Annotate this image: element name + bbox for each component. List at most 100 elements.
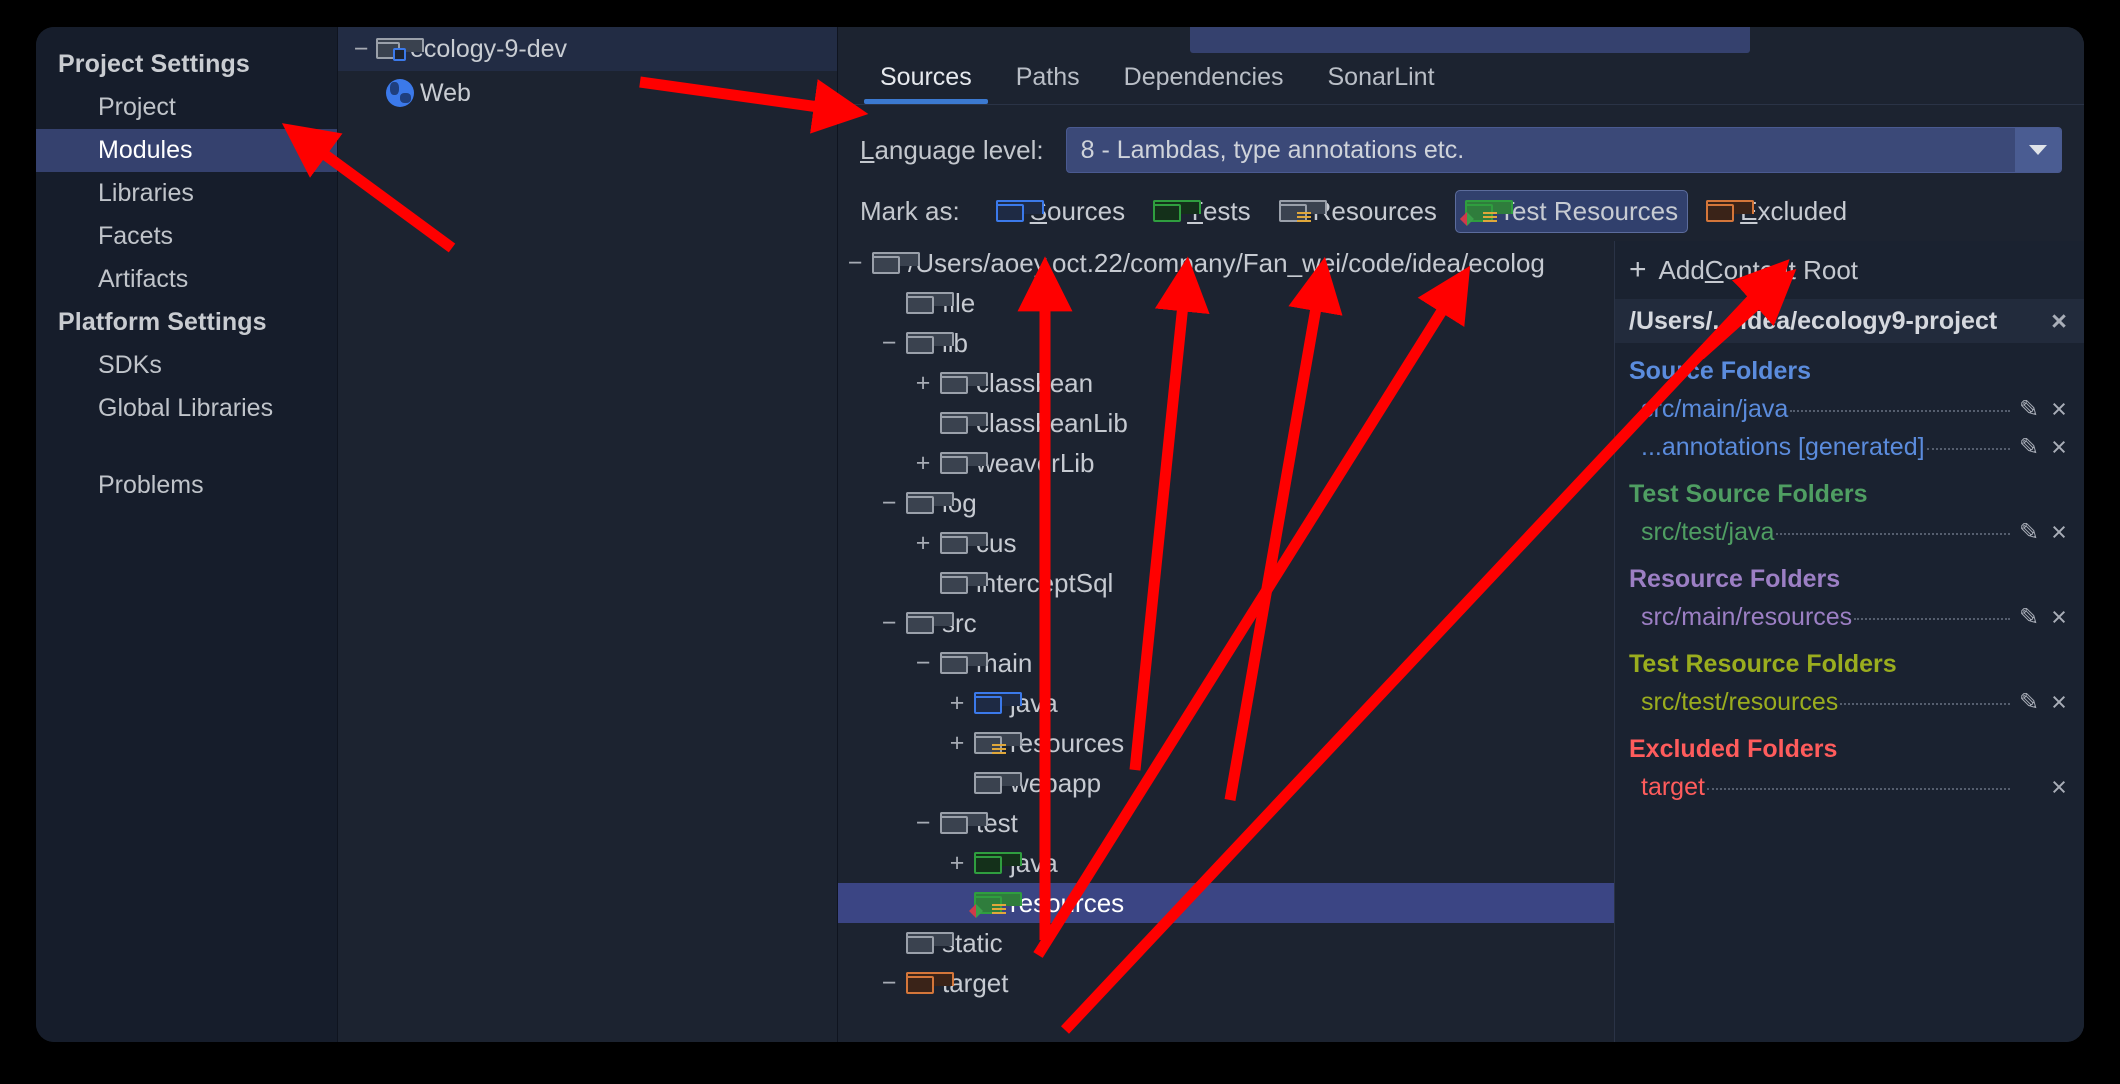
folder-green-icon bbox=[1153, 200, 1202, 222]
folder-entry[interactable]: src/main/resources ✎ × bbox=[1629, 598, 2074, 636]
tree-row[interactable]: interceptSql bbox=[838, 563, 1614, 603]
expand-toggle-icon[interactable]: + bbox=[940, 849, 974, 878]
tree-row[interactable]: − src bbox=[838, 603, 1614, 643]
tree-row[interactable]: + classbean bbox=[838, 363, 1614, 403]
collapse-toggle-icon[interactable]: − bbox=[346, 35, 376, 64]
section-title: Test Source Folders bbox=[1629, 480, 1868, 508]
folder-dark-icon bbox=[906, 932, 954, 954]
folder-entry[interactable]: src/main/java ✎ × bbox=[1629, 390, 2074, 428]
edit-pencil-icon[interactable]: ✎ bbox=[2014, 688, 2044, 717]
language-level-combobox[interactable]: 8 - Lambdas, type annotations etc. bbox=[1065, 127, 2062, 173]
remove-folder-icon[interactable]: × bbox=[2044, 602, 2074, 633]
remove-content-root-icon[interactable]: × bbox=[2044, 306, 2074, 337]
sidebar-item-libraries[interactable]: Libraries bbox=[36, 172, 337, 215]
tree-row-label: classbeanLib bbox=[976, 407, 1128, 438]
expand-toggle-icon[interactable]: + bbox=[906, 449, 940, 478]
add-content-root-button[interactable]: + Add Content Root bbox=[1615, 241, 2084, 299]
remove-folder-icon[interactable]: × bbox=[2044, 687, 2074, 718]
dotted-leader bbox=[1706, 776, 2010, 790]
tree-row[interactable]: + weaverLib bbox=[838, 443, 1614, 483]
expand-toggle-icon[interactable]: + bbox=[906, 369, 940, 398]
sidebar-item-artifacts[interactable]: Artifacts bbox=[36, 258, 337, 301]
section-test-resource-folders: Test Resource Folders src/test/resources… bbox=[1615, 636, 2084, 721]
mark-as-tests-button[interactable]: Tests bbox=[1143, 190, 1261, 233]
mark-as-resources-button[interactable]: Resources bbox=[1269, 190, 1447, 233]
module-row-web[interactable]: Web bbox=[338, 71, 837, 115]
folder-entry[interactable]: src/test/resources ✎ × bbox=[1629, 683, 2074, 721]
expand-toggle-icon[interactable]: + bbox=[940, 689, 974, 718]
tree-row[interactable]: + java bbox=[838, 843, 1614, 883]
tree-row-label: weaverLib bbox=[976, 447, 1095, 478]
tree-row[interactable]: classbeanLib bbox=[838, 403, 1614, 443]
tree-row[interactable]: − log bbox=[838, 483, 1614, 523]
collapse-toggle-icon[interactable]: − bbox=[872, 489, 906, 518]
tree-row-selected[interactable]: resources bbox=[838, 883, 1614, 923]
collapse-toggle-icon[interactable]: − bbox=[872, 969, 906, 998]
tree-row[interactable]: − test bbox=[838, 803, 1614, 843]
tree-row[interactable]: − target bbox=[838, 963, 1614, 1003]
chevron-down-icon[interactable] bbox=[2015, 128, 2061, 172]
add-content-root-post: ontent Root bbox=[1723, 254, 1859, 285]
module-name: ecology-9-dev bbox=[410, 34, 568, 63]
dotted-leader bbox=[1840, 691, 2010, 705]
expand-toggle-icon[interactable]: + bbox=[940, 729, 974, 758]
section-title: Source Folders bbox=[1629, 357, 1811, 385]
collapse-toggle-icon[interactable]: − bbox=[906, 809, 940, 838]
sidebar-item-project[interactable]: Project bbox=[36, 86, 337, 129]
mark-as-test-resources-button[interactable]: Test Resources bbox=[1454, 189, 1689, 233]
edit-pencil-icon[interactable]: ✎ bbox=[2014, 603, 2044, 632]
mark-as-excluded-button[interactable]: Excluded bbox=[1696, 190, 1857, 233]
folder-entry[interactable]: src/test/java ✎ × bbox=[1629, 513, 2074, 551]
tree-row[interactable]: + java bbox=[838, 683, 1614, 723]
tree-row[interactable]: − lib bbox=[838, 323, 1614, 363]
remove-folder-icon[interactable]: × bbox=[2044, 772, 2074, 803]
content-root-header: /Users/.../idea/ecology9-project × bbox=[1615, 299, 2084, 343]
folder-dark-icon bbox=[940, 452, 988, 474]
folder-dark-icon bbox=[940, 412, 988, 434]
edit-pencil-icon[interactable]: ✎ bbox=[2014, 433, 2044, 462]
sources-split: − /Users/aoey.oct.22/company/Fan_wei/cod… bbox=[838, 241, 2084, 1042]
remove-folder-icon[interactable]: × bbox=[2044, 517, 2074, 548]
section-title: Resource Folders bbox=[1629, 565, 1841, 593]
remove-folder-icon[interactable]: × bbox=[2044, 394, 2074, 425]
tab-paths[interactable]: Paths bbox=[994, 63, 1102, 104]
sidebar-item-facets[interactable]: Facets bbox=[36, 215, 337, 258]
sidebar-item-modules[interactable]: Modules bbox=[36, 129, 337, 172]
remove-folder-icon[interactable]: × bbox=[2044, 432, 2074, 463]
content-root-details-panel: + Add Content Root /Users/.../idea/ecolo… bbox=[1614, 241, 2084, 1042]
content-root-tree[interactable]: − /Users/aoey.oct.22/company/Fan_wei/cod… bbox=[838, 241, 1614, 1042]
mark-as-label: Mark as: bbox=[860, 195, 960, 226]
tree-row[interactable]: + resources bbox=[838, 723, 1614, 763]
sidebar-item-problems[interactable]: Problems bbox=[36, 464, 337, 507]
settings-sidebar: Project Settings Project Modules Librari… bbox=[36, 27, 338, 1042]
sidebar-group-project-settings: Project Settings Project Modules Librari… bbox=[36, 43, 337, 301]
sidebar-item-sdks[interactable]: SDKs bbox=[36, 344, 337, 387]
folder-dark-icon bbox=[906, 492, 954, 514]
tree-row[interactable]: static bbox=[838, 923, 1614, 963]
tab-dependencies[interactable]: Dependencies bbox=[1102, 63, 1306, 104]
module-name-field[interactable] bbox=[1190, 27, 1750, 53]
folder-blue-icon bbox=[974, 692, 1022, 714]
edit-pencil-icon[interactable]: ✎ bbox=[2014, 395, 2044, 424]
mark-as-sources-button[interactable]: Sources bbox=[986, 190, 1135, 233]
tree-row[interactable]: + cus bbox=[838, 523, 1614, 563]
collapse-toggle-icon[interactable]: − bbox=[872, 609, 906, 638]
module-row-ecology-9-dev[interactable]: − ecology-9-dev bbox=[338, 27, 837, 71]
folder-entry[interactable]: target × bbox=[1629, 768, 2074, 806]
tree-row[interactable]: file bbox=[838, 283, 1614, 323]
sidebar-item-global-libraries[interactable]: Global Libraries bbox=[36, 387, 337, 430]
label: ources bbox=[1047, 195, 1126, 226]
tab-sources[interactable]: Sources bbox=[858, 63, 994, 104]
collapse-toggle-icon[interactable]: − bbox=[906, 649, 940, 678]
tree-row[interactable]: webapp bbox=[838, 763, 1614, 803]
collapse-toggle-icon[interactable]: − bbox=[838, 249, 872, 278]
tab-sonarlint[interactable]: SonarLint bbox=[1306, 63, 1457, 104]
tree-row[interactable]: − main bbox=[838, 643, 1614, 683]
collapse-toggle-icon[interactable]: − bbox=[872, 329, 906, 358]
folder-entry[interactable]: ...annotations [generated] ✎ × bbox=[1629, 428, 2074, 466]
label: Resources bbox=[1312, 195, 1437, 226]
expand-toggle-icon[interactable]: + bbox=[906, 529, 940, 558]
edit-pencil-icon[interactable]: ✎ bbox=[2014, 518, 2044, 547]
content-root-path: /Users/.../idea/ecology9-project bbox=[1629, 306, 1998, 335]
tree-row[interactable]: − /Users/aoey.oct.22/company/Fan_wei/cod… bbox=[838, 243, 1614, 283]
